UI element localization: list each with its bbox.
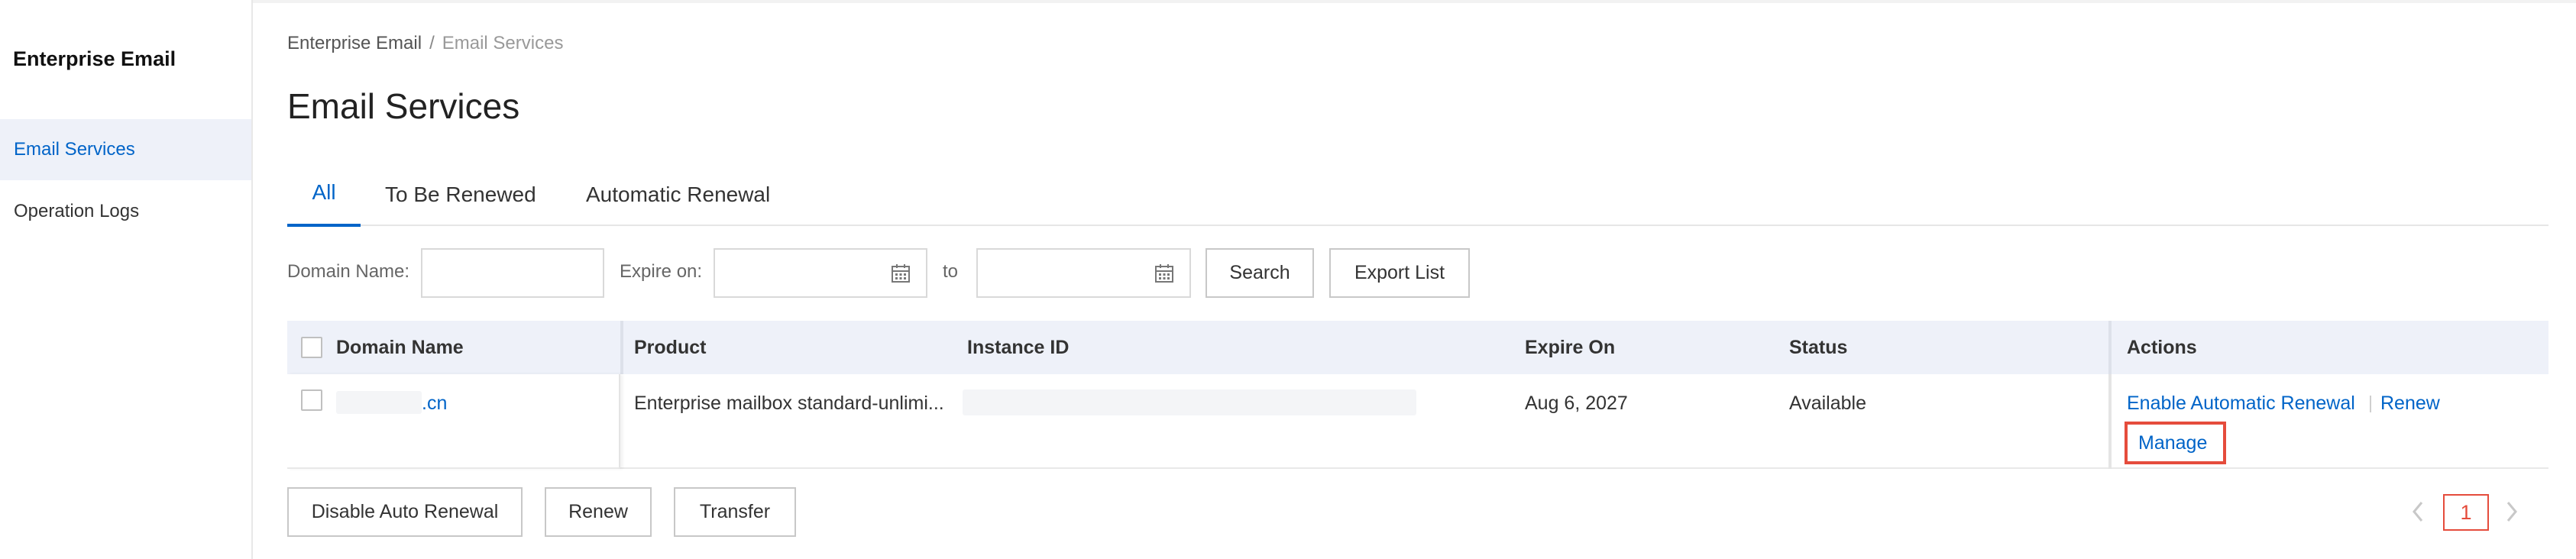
- redacted-domain-prefix: [336, 391, 422, 414]
- breadcrumb: Enterprise Email / Email Services: [287, 33, 563, 54]
- redacted-instance-id: [963, 389, 1416, 415]
- column-header-actions: Actions: [2127, 337, 2197, 358]
- column-header-domain-name[interactable]: Domain Name: [336, 321, 464, 374]
- pagination-current-page[interactable]: 1: [2443, 494, 2489, 531]
- tab-all[interactable]: All: [287, 171, 361, 227]
- expire-on-label: Expire on:: [620, 261, 703, 282]
- export-list-button[interactable]: Export List: [1329, 248, 1470, 298]
- manage-link[interactable]: Manage: [2138, 432, 2207, 454]
- transfer-button[interactable]: Transfer: [674, 487, 796, 537]
- breadcrumb-separator: /: [429, 33, 435, 53]
- to-label: to: [943, 261, 959, 282]
- expire-start-date-picker[interactable]: [714, 248, 927, 298]
- column-divider: [2108, 321, 2112, 374]
- fixed-column-divider: [2108, 374, 2112, 469]
- domain-name-label: Domain Name:: [287, 261, 410, 282]
- table-row: .cn Enterprise mailbox standard-unlimi..…: [287, 374, 2548, 469]
- domain-name-link[interactable]: .cn: [422, 393, 447, 415]
- calendar-icon: [892, 264, 910, 283]
- chevron-right-icon[interactable]: [2504, 499, 2519, 524]
- breadcrumb-current: Email Services: [442, 33, 564, 53]
- action-separator: [2370, 396, 2371, 412]
- column-header-status: Status: [1789, 337, 1848, 358]
- table-header: Domain Name Product Instance ID Expire O…: [287, 321, 2548, 374]
- row-select-checkbox[interactable]: [301, 389, 322, 411]
- calendar-icon: [1155, 264, 1173, 283]
- enable-automatic-renewal-link[interactable]: Enable Automatic Renewal: [2127, 393, 2355, 415]
- breadcrumb-root[interactable]: Enterprise Email: [287, 33, 422, 53]
- sidebar-title: Enterprise Email: [13, 47, 176, 70]
- renew-link[interactable]: Renew: [2380, 393, 2440, 415]
- column-header-product: Product: [634, 337, 707, 358]
- domain-name-input[interactable]: [421, 248, 604, 298]
- expire-end-date-picker[interactable]: [976, 248, 1191, 298]
- expire-on-cell: Aug 6, 2027: [1525, 393, 1628, 414]
- search-button[interactable]: Search: [1205, 248, 1314, 298]
- status-cell: Available: [1789, 393, 1867, 414]
- renew-button[interactable]: Renew: [545, 487, 652, 537]
- tab-automatic-renewal[interactable]: Automatic Renewal: [586, 171, 770, 226]
- column-header-expire-on[interactable]: Expire On: [1525, 321, 1615, 374]
- page-title: Email Services: [287, 86, 520, 126]
- column-divider: [620, 321, 623, 374]
- fixed-column-shadow: [287, 374, 620, 469]
- product-cell: Enterprise mailbox standard-unlimi...: [634, 393, 944, 414]
- sidebar-item-email-services[interactable]: Email Services: [0, 119, 251, 180]
- column-header-instance-id: Instance ID: [967, 337, 1070, 358]
- tab-bar: All To Be Renewed Automatic Renewal: [287, 171, 2548, 227]
- select-all-checkbox[interactable]: [301, 337, 322, 358]
- sidebar-item-operation-logs[interactable]: Operation Logs: [0, 181, 251, 242]
- tab-to-be-renewed[interactable]: To Be Renewed: [385, 171, 536, 226]
- disable-auto-renewal-button[interactable]: Disable Auto Renewal: [287, 487, 523, 537]
- sidebar: Enterprise Email Email Services Operatio…: [0, 0, 253, 559]
- chevron-left-icon[interactable]: [2410, 499, 2426, 524]
- top-divider: [0, 0, 2576, 3]
